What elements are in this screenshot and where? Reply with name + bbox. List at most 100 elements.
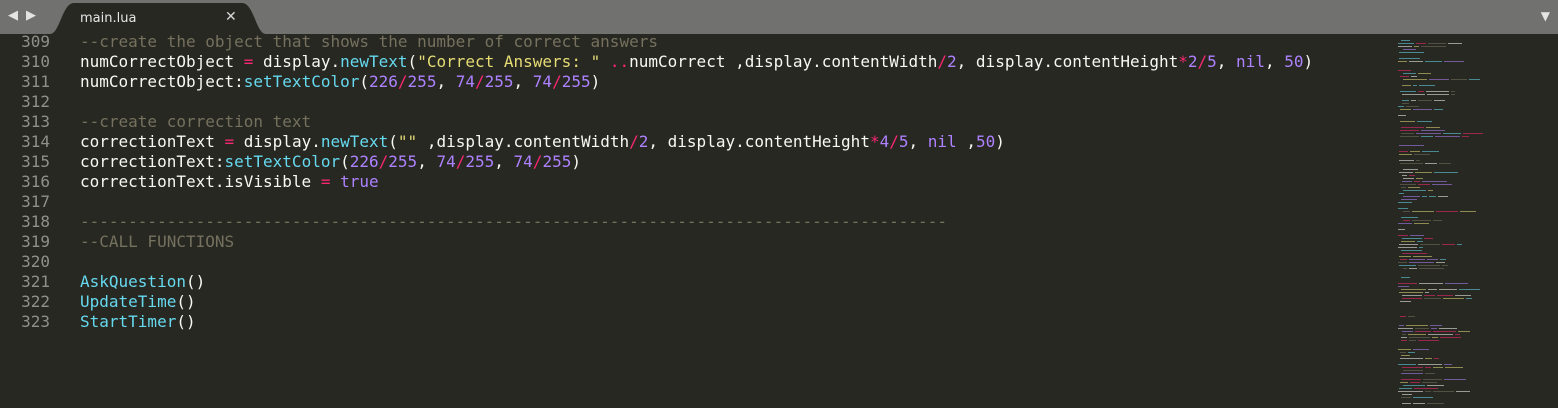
minimap-line (1408, 316, 1415, 317)
code-token: , (956, 132, 976, 151)
code-token: , (1216, 52, 1237, 71)
code-token: / (889, 132, 899, 151)
minimap-line (1418, 73, 1431, 74)
minimap-line (1426, 127, 1440, 128)
tab-close-icon[interactable]: ✕ (225, 9, 237, 25)
minimap-line (1439, 289, 1457, 290)
nav-forward-icon[interactable]: ▶ (26, 8, 36, 24)
code-line[interactable]: 314 correctionText = display.newText("" ,… (0, 132, 1396, 152)
minimap-line (1399, 388, 1412, 389)
minimap-line (1400, 184, 1416, 185)
minimap-line (1413, 85, 1417, 86)
code-token: 226 (369, 72, 398, 91)
tab-main-lua[interactable]: main.lua ✕ (50, 3, 266, 34)
minimap-line (1399, 160, 1414, 161)
code-token: display. (234, 132, 321, 151)
minimap-line (1399, 145, 1424, 146)
code-line[interactable]: 322 UpdateTime() (0, 292, 1396, 312)
minimap-line (1399, 52, 1424, 53)
code-line[interactable]: 309 --create the object that shows the nu… (0, 34, 1396, 52)
code-line[interactable]: 317 (0, 192, 1396, 212)
minimap-line (1403, 211, 1410, 212)
minimap-line (1419, 85, 1435, 86)
code-token: ) (590, 72, 601, 91)
minimap-line (1400, 259, 1407, 260)
minimap-line (1401, 397, 1411, 398)
code-line[interactable]: 319 --CALL FUNCTIONS (0, 232, 1396, 252)
minimap-line (1398, 223, 1412, 224)
code-line[interactable]: 320 (0, 252, 1396, 272)
code-token: numCorrectObject: (80, 72, 244, 91)
code-token: , (494, 152, 514, 171)
nav-back-icon[interactable]: ◀ (8, 8, 18, 24)
minimap-line (1398, 43, 1414, 44)
code-text: --create correction text (80, 112, 311, 132)
minimap-line (1455, 334, 1460, 335)
minimap-line (1403, 190, 1426, 191)
code-token: correctionText.isVisible (80, 172, 321, 191)
code-line[interactable]: 323 StartTimer() (0, 312, 1396, 332)
minimap-line (1455, 295, 1471, 296)
minimap-line (1400, 352, 1406, 353)
minimap-line (1421, 130, 1445, 131)
minimap-line (1401, 337, 1407, 338)
code-token: 50 (1284, 52, 1304, 71)
tab-list-dropdown-icon[interactable]: ▼ (1541, 9, 1550, 23)
code-text: correctionText = display.newText("" ,dis… (80, 132, 1005, 152)
minimap-line (1425, 367, 1431, 368)
minimap-line (1433, 220, 1442, 221)
minimap-line (1409, 337, 1430, 338)
code-token: 255 (388, 152, 418, 171)
minimap-line (1425, 292, 1429, 293)
minimap-line (1401, 379, 1421, 380)
code-line[interactable]: 321 AskQuestion() (0, 272, 1396, 292)
minimap-line (1426, 91, 1449, 92)
minimap-line (1398, 283, 1417, 284)
minimap-line (1417, 121, 1432, 122)
code-token: 50 (975, 132, 996, 151)
minimap-line (1400, 301, 1411, 302)
minimap-line (1400, 76, 1409, 77)
minimap-line (1458, 331, 1470, 332)
code-line[interactable]: 312 (0, 92, 1396, 112)
line-number: 319 (21, 232, 50, 251)
line-number: 311 (21, 72, 50, 91)
minimap-line (1402, 175, 1407, 176)
code-token: --CALL FUNCTIONS (80, 232, 235, 251)
code-line[interactable]: 310 numCorrectObject = display.newText("C… (0, 52, 1396, 72)
code-line[interactable]: 316 correctionText.isVisible = true (0, 172, 1396, 192)
code-token: display. (253, 52, 341, 71)
minimap-line (1401, 289, 1426, 290)
minimap[interactable] (1396, 34, 1558, 408)
code-token: 2 (638, 132, 649, 151)
minimap-line (1399, 193, 1404, 194)
minimap-line (1435, 136, 1460, 137)
minimap-line (1434, 172, 1458, 173)
minimap-line (1421, 136, 1433, 137)
code-line[interactable]: 318 -------------------------------------… (0, 212, 1396, 232)
code-line[interactable]: 313 --create correction text (0, 112, 1396, 132)
minimap-line (1398, 115, 1406, 116)
minimap-line (1433, 331, 1456, 332)
minimap-line (1398, 229, 1405, 230)
minimap-line (1437, 295, 1453, 296)
minimap-line (1398, 61, 1407, 62)
code-text: correctionText.isVisible = true (80, 172, 379, 192)
minimap-line (1415, 172, 1432, 173)
minimap-line (1436, 262, 1445, 263)
code-token: "" (397, 132, 418, 151)
line-number: 316 (21, 172, 50, 191)
code-editor[interactable]: 309 --create the object that shows the nu… (0, 34, 1396, 408)
minimap-line (1398, 235, 1408, 236)
minimap-line (1433, 367, 1443, 368)
code-text: ----------------------------------------… (80, 212, 947, 232)
minimap-line (1451, 91, 1455, 92)
code-line[interactable]: 311 numCorrectObject:setTextColor(226/255… (0, 72, 1396, 92)
minimap-line (1466, 298, 1472, 299)
minimap-line (1401, 373, 1423, 374)
code-token: nil (927, 132, 957, 151)
minimap-line (1414, 181, 1420, 182)
code-line[interactable]: 315 correctionText:setTextColor(226/255, … (0, 152, 1396, 172)
minimap-line (1463, 133, 1483, 134)
line-number: 309 (21, 34, 50, 51)
